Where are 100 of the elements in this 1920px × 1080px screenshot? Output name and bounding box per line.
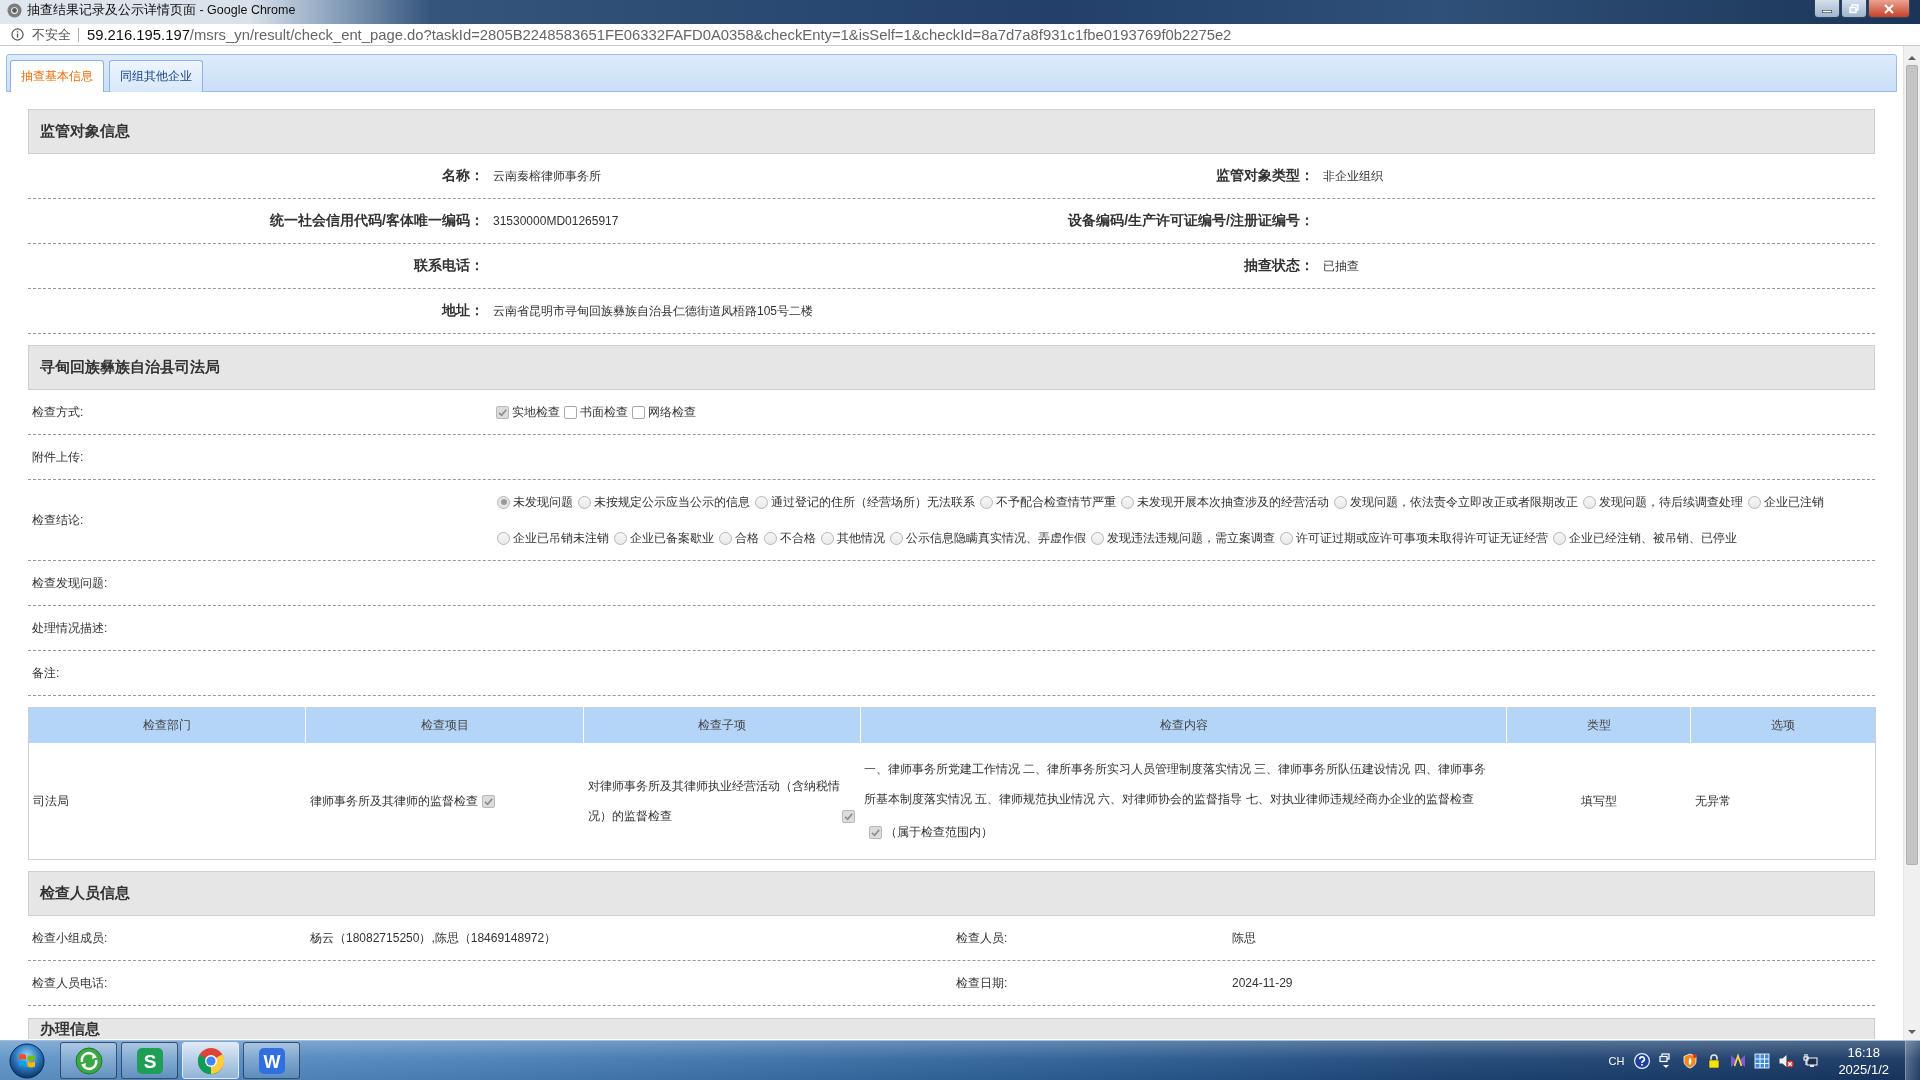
help-icon[interactable]	[1634, 1052, 1651, 1069]
lock-icon[interactable]	[1706, 1052, 1723, 1069]
speaker-muted-icon[interactable]	[1778, 1052, 1795, 1069]
field-label: 检查结论:	[32, 512, 84, 527]
section-header: 办理信息	[28, 1018, 1875, 1039]
taskbar-app-button[interactable]	[60, 1042, 117, 1079]
radio-button[interactable]	[1553, 531, 1566, 545]
field-label: 处理情况描述:	[32, 620, 108, 635]
radio-label: 其他情况	[837, 530, 885, 547]
field-label: 检查人员:	[956, 930, 1008, 945]
clock-time: 16:18	[1847, 1043, 1880, 1061]
sub-item-text: 对律师事务所及其律师执业经营活动（含纳税情况）的监督检查	[587, 778, 840, 825]
radio-button[interactable]	[1583, 495, 1596, 509]
scrollbar[interactable]	[1903, 46, 1920, 1040]
tab[interactable]: 同组其他企业	[109, 60, 203, 92]
letter-tile-icon: W	[257, 1046, 286, 1075]
radio-button[interactable]	[1091, 531, 1104, 545]
radio-button[interactable]	[1748, 495, 1761, 509]
field-label: 附件上传:	[32, 449, 84, 464]
radio-label: 企业已注销	[1764, 494, 1824, 511]
radio-button[interactable]	[719, 531, 732, 545]
radio-label: 发现问题，待后续调查处理	[1599, 494, 1743, 511]
language-indicator[interactable]: CH	[1608, 1054, 1625, 1067]
checkbox[interactable]	[564, 405, 577, 419]
radio-button[interactable]	[764, 531, 777, 545]
radio-button[interactable]	[821, 531, 834, 545]
shield-icon[interactable]	[1682, 1052, 1699, 1069]
clock[interactable]: 16:18 2025/1/2	[1838, 1043, 1889, 1078]
radio-label: 企业已备案歇业	[630, 530, 714, 547]
url-field[interactable]: 59.216.195.197/msrs_yn/result/check_ent_page.do?taskId=2805B2248583651FE06332FAFD0A0358&checkEnty=1&isSelf=1&checkId=8a7d7a8f931c1fbe0193769f0b2275e2	[87, 26, 1232, 43]
scroll-up-icon[interactable]	[1908, 56, 1916, 60]
chevron-triangles-icon[interactable]	[1730, 1052, 1747, 1069]
radio-button[interactable]	[1121, 495, 1134, 509]
field-label: 检查日期:	[956, 975, 1008, 990]
section-header: 监管对象信息	[28, 109, 1875, 154]
radio-button[interactable]	[980, 495, 993, 509]
restore-icon	[1849, 3, 1859, 14]
radio-label: 合格	[735, 530, 759, 547]
scroll-down-icon[interactable]	[1908, 1030, 1916, 1034]
checkbox[interactable]	[868, 825, 882, 839]
checkbox[interactable]	[481, 795, 495, 809]
checkbox-label: 书面检查	[580, 404, 628, 421]
column-header: 检查子项	[583, 707, 861, 743]
security-status[interactable]: 不安全	[32, 25, 71, 44]
column-header: 类型	[1506, 707, 1691, 743]
field-label: 名称：	[442, 167, 484, 183]
column-header: 检查部门	[28, 707, 306, 743]
checkbox[interactable]	[496, 405, 509, 419]
scope-note: （属于检查范围内）	[884, 824, 993, 841]
maximize-button[interactable]	[1841, 0, 1867, 18]
radio-button[interactable]	[497, 495, 510, 509]
grid-icon[interactable]	[1754, 1052, 1771, 1069]
radio-label: 不予配合检查情节严重	[996, 494, 1116, 511]
field-label: 检查方式:	[32, 404, 84, 419]
radio-label: 企业已吊销未注销	[513, 530, 609, 547]
field-label: 联系电话：	[414, 257, 484, 273]
option-text: 无异常	[1694, 794, 1731, 808]
field-value: 非企业组织	[1323, 168, 1383, 183]
radio-button[interactable]	[1280, 531, 1293, 545]
checkbox[interactable]	[841, 810, 855, 823]
field-label: 地址：	[442, 302, 484, 318]
start-button[interactable]	[7, 1041, 47, 1080]
scrollbar-thumb[interactable]	[1906, 65, 1918, 865]
radio-button[interactable]	[755, 495, 768, 509]
field-label: 监管对象类型：	[1216, 167, 1314, 183]
type-text: 填写型	[1580, 794, 1617, 808]
info-icon[interactable]	[11, 28, 24, 41]
radio-button[interactable]	[890, 531, 903, 545]
network-monitor-icon[interactable]	[1802, 1052, 1819, 1069]
field-label: 抽查状态：	[1244, 257, 1314, 273]
letter-tile-icon: S	[135, 1046, 164, 1075]
field-value: 陈思	[1232, 930, 1256, 945]
radio-button[interactable]	[614, 531, 627, 545]
checkbox[interactable]	[632, 405, 645, 419]
department-text: 司法局	[33, 794, 69, 808]
close-button[interactable]	[1868, 0, 1910, 18]
radio-label: 发现问题，依法责令立即改正或者限期改正	[1350, 494, 1578, 511]
checkbox-label: 实地检查	[512, 404, 560, 421]
radio-button[interactable]	[1334, 495, 1347, 509]
radio-label: 未发现问题	[513, 494, 573, 511]
field-label: 检查人员电话:	[32, 975, 108, 990]
section-header: 寻甸回族彝族自治县司法局	[28, 345, 1875, 390]
field-value: 31530000MD01265917	[493, 214, 619, 228]
field-label: 设备编码/生产许可证编号/注册证编号：	[1068, 212, 1314, 228]
radio-label: 许可证过期或应许可事项未取得许可证无证经营	[1296, 530, 1548, 547]
minimize-button[interactable]	[1814, 0, 1840, 18]
radio-label: 通过登记的住所（经营场所）无法联系	[771, 494, 975, 511]
check-item-text: 律师事务所及其律师的监督检查	[309, 794, 478, 808]
field-value: 杨云（18082715250）,陈思（18469148972）	[310, 930, 557, 945]
start-orb-icon	[9, 1042, 45, 1079]
field-label: 备注:	[32, 665, 60, 680]
clock-date: 2025/1/2	[1838, 1060, 1889, 1078]
window-title: 抽查结果记录及公示详情页面 - Google Chrome	[27, 2, 296, 19]
radio-button[interactable]	[497, 531, 510, 545]
radio-button[interactable]	[578, 495, 591, 509]
radio-label: 发现违法违规问题，需立案调查	[1107, 530, 1275, 547]
show-desktop-button[interactable]	[1905, 1041, 1920, 1080]
taskbar-app-button[interactable]: W	[243, 1042, 300, 1079]
radio-label: 公示信息隐瞒真实情况、弄虚作假	[906, 530, 1086, 547]
field-value: 2024-11-29	[1232, 976, 1293, 990]
